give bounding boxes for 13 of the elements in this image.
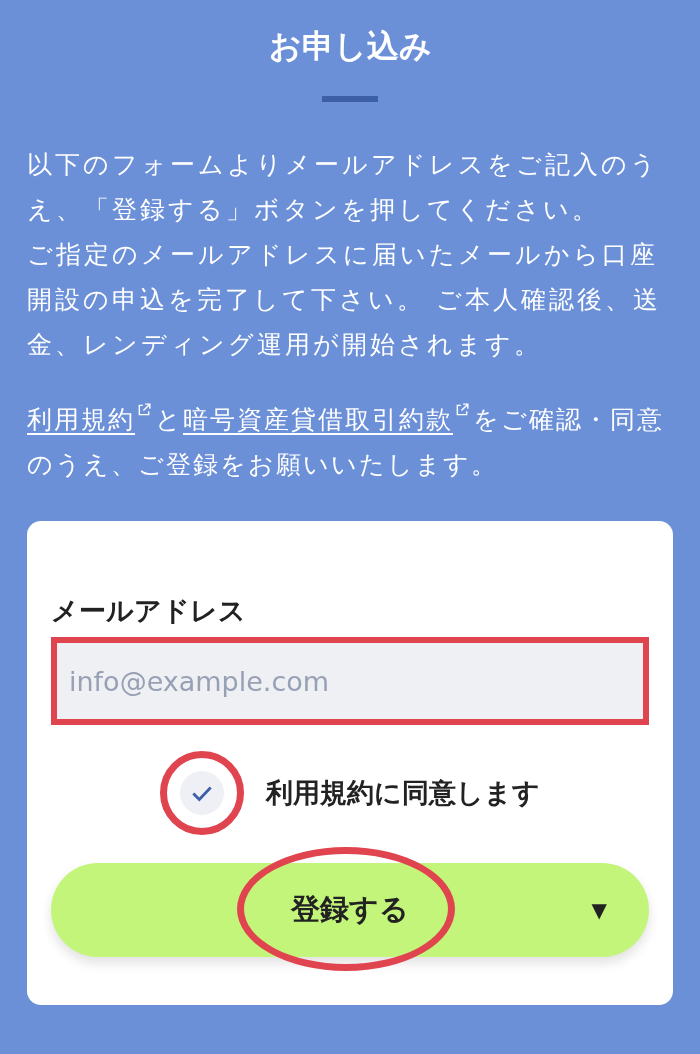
intro-paragraph: ご指定のメールアドレスに届いたメールから口座開設の申込を完了して下さい。 ご本人確認後、送金、レンディング運用が開始されます。 (27, 239, 662, 361)
external-link-icon (137, 403, 151, 417)
terms-link[interactable]: 暗号資産貸借取引約款 (183, 405, 473, 434)
intro-paragraph: 以下のフォームよりメールアドレスをご記入のうえ、「登録する」ボタンを押してください。 (27, 149, 660, 226)
register-button[interactable]: 登録する ▼ (51, 863, 649, 957)
email-label: メールアドレス (51, 594, 247, 628)
terms-paragraph: 利用規約 と 暗号資産貸借取引約款 をご確認・同意のうえ、ご登録をお願いいたします。 (27, 402, 665, 481)
caret-icon: ▼ (591, 898, 607, 922)
agree-checkbox[interactable] (180, 771, 224, 815)
page-title: お申し込み (267, 26, 433, 67)
agree-label: 利用規約に同意します (266, 776, 540, 810)
external-link-icon (455, 403, 469, 417)
terms-link[interactable]: 利用規約 (27, 405, 155, 434)
